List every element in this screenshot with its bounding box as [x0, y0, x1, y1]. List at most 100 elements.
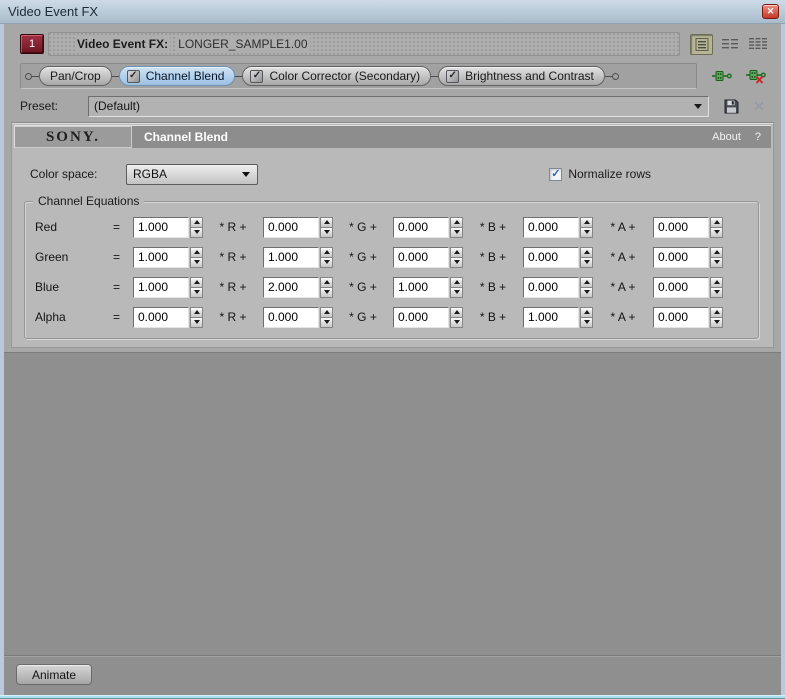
tab-channel-blend[interactable]: ✓ Channel Blend — [118, 66, 236, 86]
spinbox-value[interactable]: 2.000 — [263, 276, 319, 298]
close-button[interactable]: ✕ — [762, 4, 779, 19]
spin-up-button[interactable] — [580, 306, 593, 318]
tab-brightness-and-contrast[interactable]: ✓ Brightness and Contrast — [438, 66, 605, 86]
spinbox-value[interactable]: 0.000 — [393, 216, 449, 238]
spin-up-button[interactable] — [450, 246, 463, 258]
spinbox-value[interactable]: 1.000 — [133, 246, 189, 268]
coefficient-spinbox[interactable]: 0.000 — [653, 276, 723, 298]
coefficient-spinbox[interactable]: 0.000 — [263, 216, 333, 238]
spin-up-button[interactable] — [190, 246, 203, 258]
spin-down-button[interactable] — [320, 227, 333, 238]
coefficient-spinbox[interactable]: 0.000 — [393, 246, 463, 268]
spin-down-button[interactable] — [320, 287, 333, 298]
animate-button[interactable]: Animate — [16, 664, 92, 685]
spin-down-button[interactable] — [450, 287, 463, 298]
coefficient-spinbox[interactable]: 0.000 — [653, 216, 723, 238]
spinbox-value[interactable]: 0.000 — [653, 216, 709, 238]
spinbox-value[interactable]: 0.000 — [653, 246, 709, 268]
spinbox-value[interactable]: 0.000 — [393, 246, 449, 268]
spin-up-button[interactable] — [450, 306, 463, 318]
coefficient-spinbox[interactable]: 0.000 — [653, 246, 723, 268]
layout-grid-button[interactable] — [718, 34, 741, 55]
fx-header-drag-bar[interactable]: Video Event FX: LONGER_SAMPLE1.00 — [48, 32, 680, 56]
spinbox-value[interactable]: 1.000 — [133, 216, 189, 238]
coefficient-spinbox[interactable]: 0.000 — [263, 306, 333, 328]
spin-up-button[interactable] — [320, 246, 333, 258]
spin-down-button[interactable] — [710, 287, 723, 298]
coefficient-spinbox[interactable]: 0.000 — [393, 306, 463, 328]
spinbox-value[interactable]: 0.000 — [653, 306, 709, 328]
coefficient-spinbox[interactable]: 1.000 — [393, 276, 463, 298]
spinbox-value[interactable]: 0.000 — [263, 306, 319, 328]
spin-up-button[interactable] — [450, 276, 463, 288]
spin-up-button[interactable] — [580, 216, 593, 228]
spinbox-value[interactable]: 1.000 — [263, 246, 319, 268]
fx-enable-checkbox[interactable]: ✓ — [250, 69, 264, 83]
delete-preset-button[interactable]: ✕ — [749, 96, 769, 116]
spinbox-value[interactable]: 0.000 — [263, 216, 319, 238]
spin-down-button[interactable] — [450, 227, 463, 238]
spin-up-button[interactable] — [320, 216, 333, 228]
spin-down-button[interactable] — [320, 317, 333, 328]
coefficient-spinbox[interactable]: 1.000 — [523, 306, 593, 328]
fx-enable-checkbox[interactable]: ✓ — [126, 69, 140, 83]
spinbox-value[interactable]: 0.000 — [523, 276, 579, 298]
about-link[interactable]: About — [712, 131, 741, 143]
coefficient-spinbox[interactable]: 1.000 — [133, 216, 203, 238]
spinbox-value[interactable]: 0.000 — [653, 276, 709, 298]
coefficient-spinbox[interactable]: 0.000 — [653, 306, 723, 328]
spin-down-button[interactable] — [450, 257, 463, 268]
remove-plugin-button[interactable] — [745, 67, 767, 85]
spin-up-button[interactable] — [710, 306, 723, 318]
help-link[interactable]: ? — [755, 131, 761, 143]
spin-up-button[interactable] — [710, 246, 723, 258]
spin-up-button[interactable] — [190, 306, 203, 318]
spin-down-button[interactable] — [580, 257, 593, 268]
coefficient-spinbox[interactable]: 0.000 — [523, 246, 593, 268]
fx-enable-checkbox[interactable]: ✓ — [446, 69, 460, 83]
spin-down-button[interactable] — [580, 317, 593, 328]
spinbox-value[interactable]: 0.000 — [393, 306, 449, 328]
coefficient-spinbox[interactable]: 0.000 — [133, 306, 203, 328]
coefficient-spinbox[interactable]: 1.000 — [133, 246, 203, 268]
normalize-rows-checkbox[interactable]: ✓ — [549, 167, 563, 181]
spinbox-value[interactable]: 0.000 — [523, 216, 579, 238]
spinbox-value[interactable]: 1.000 — [393, 276, 449, 298]
spin-down-button[interactable] — [190, 287, 203, 298]
spin-up-button[interactable] — [320, 276, 333, 288]
save-preset-button[interactable] — [721, 96, 741, 116]
tab-pan-crop[interactable]: Pan/Crop — [39, 66, 112, 86]
spin-up-button[interactable] — [190, 216, 203, 228]
spin-down-button[interactable] — [580, 287, 593, 298]
spin-up-button[interactable] — [450, 216, 463, 228]
track-number-badge[interactable]: 1 — [20, 34, 44, 54]
preset-combobox[interactable]: (Default) — [88, 95, 709, 117]
titlebar[interactable]: Video Event FX ✕ — [0, 0, 785, 24]
spin-down-button[interactable] — [580, 227, 593, 238]
spin-down-button[interactable] — [450, 317, 463, 328]
spin-down-button[interactable] — [190, 257, 203, 268]
spin-down-button[interactable] — [710, 317, 723, 328]
coefficient-spinbox[interactable]: 0.000 — [523, 276, 593, 298]
coefficient-spinbox[interactable]: 1.000 — [133, 276, 203, 298]
spin-down-button[interactable] — [190, 317, 203, 328]
spin-down-button[interactable] — [320, 257, 333, 268]
spin-down-button[interactable] — [190, 227, 203, 238]
spinbox-value[interactable]: 1.000 — [523, 306, 579, 328]
spinbox-value[interactable]: 0.000 — [523, 246, 579, 268]
layout-dense-grid-button[interactable] — [746, 34, 769, 55]
spin-up-button[interactable] — [190, 276, 203, 288]
normalize-rows-control[interactable]: ✓ Normalize rows — [549, 167, 651, 181]
spin-down-button[interactable] — [710, 227, 723, 238]
spin-down-button[interactable] — [710, 257, 723, 268]
spinbox-value[interactable]: 0.000 — [133, 306, 189, 328]
coefficient-spinbox[interactable]: 2.000 — [263, 276, 333, 298]
tab-color-corrector-secondary[interactable]: ✓ Color Corrector (Secondary) — [242, 66, 432, 86]
coefficient-spinbox[interactable]: 0.000 — [523, 216, 593, 238]
spin-up-button[interactable] — [710, 216, 723, 228]
layout-list-button[interactable] — [690, 33, 713, 55]
color-space-dropdown[interactable]: RGBA — [126, 163, 258, 185]
spinbox-value[interactable]: 1.000 — [133, 276, 189, 298]
plugin-chain-button[interactable] — [711, 67, 733, 85]
spin-up-button[interactable] — [580, 246, 593, 258]
